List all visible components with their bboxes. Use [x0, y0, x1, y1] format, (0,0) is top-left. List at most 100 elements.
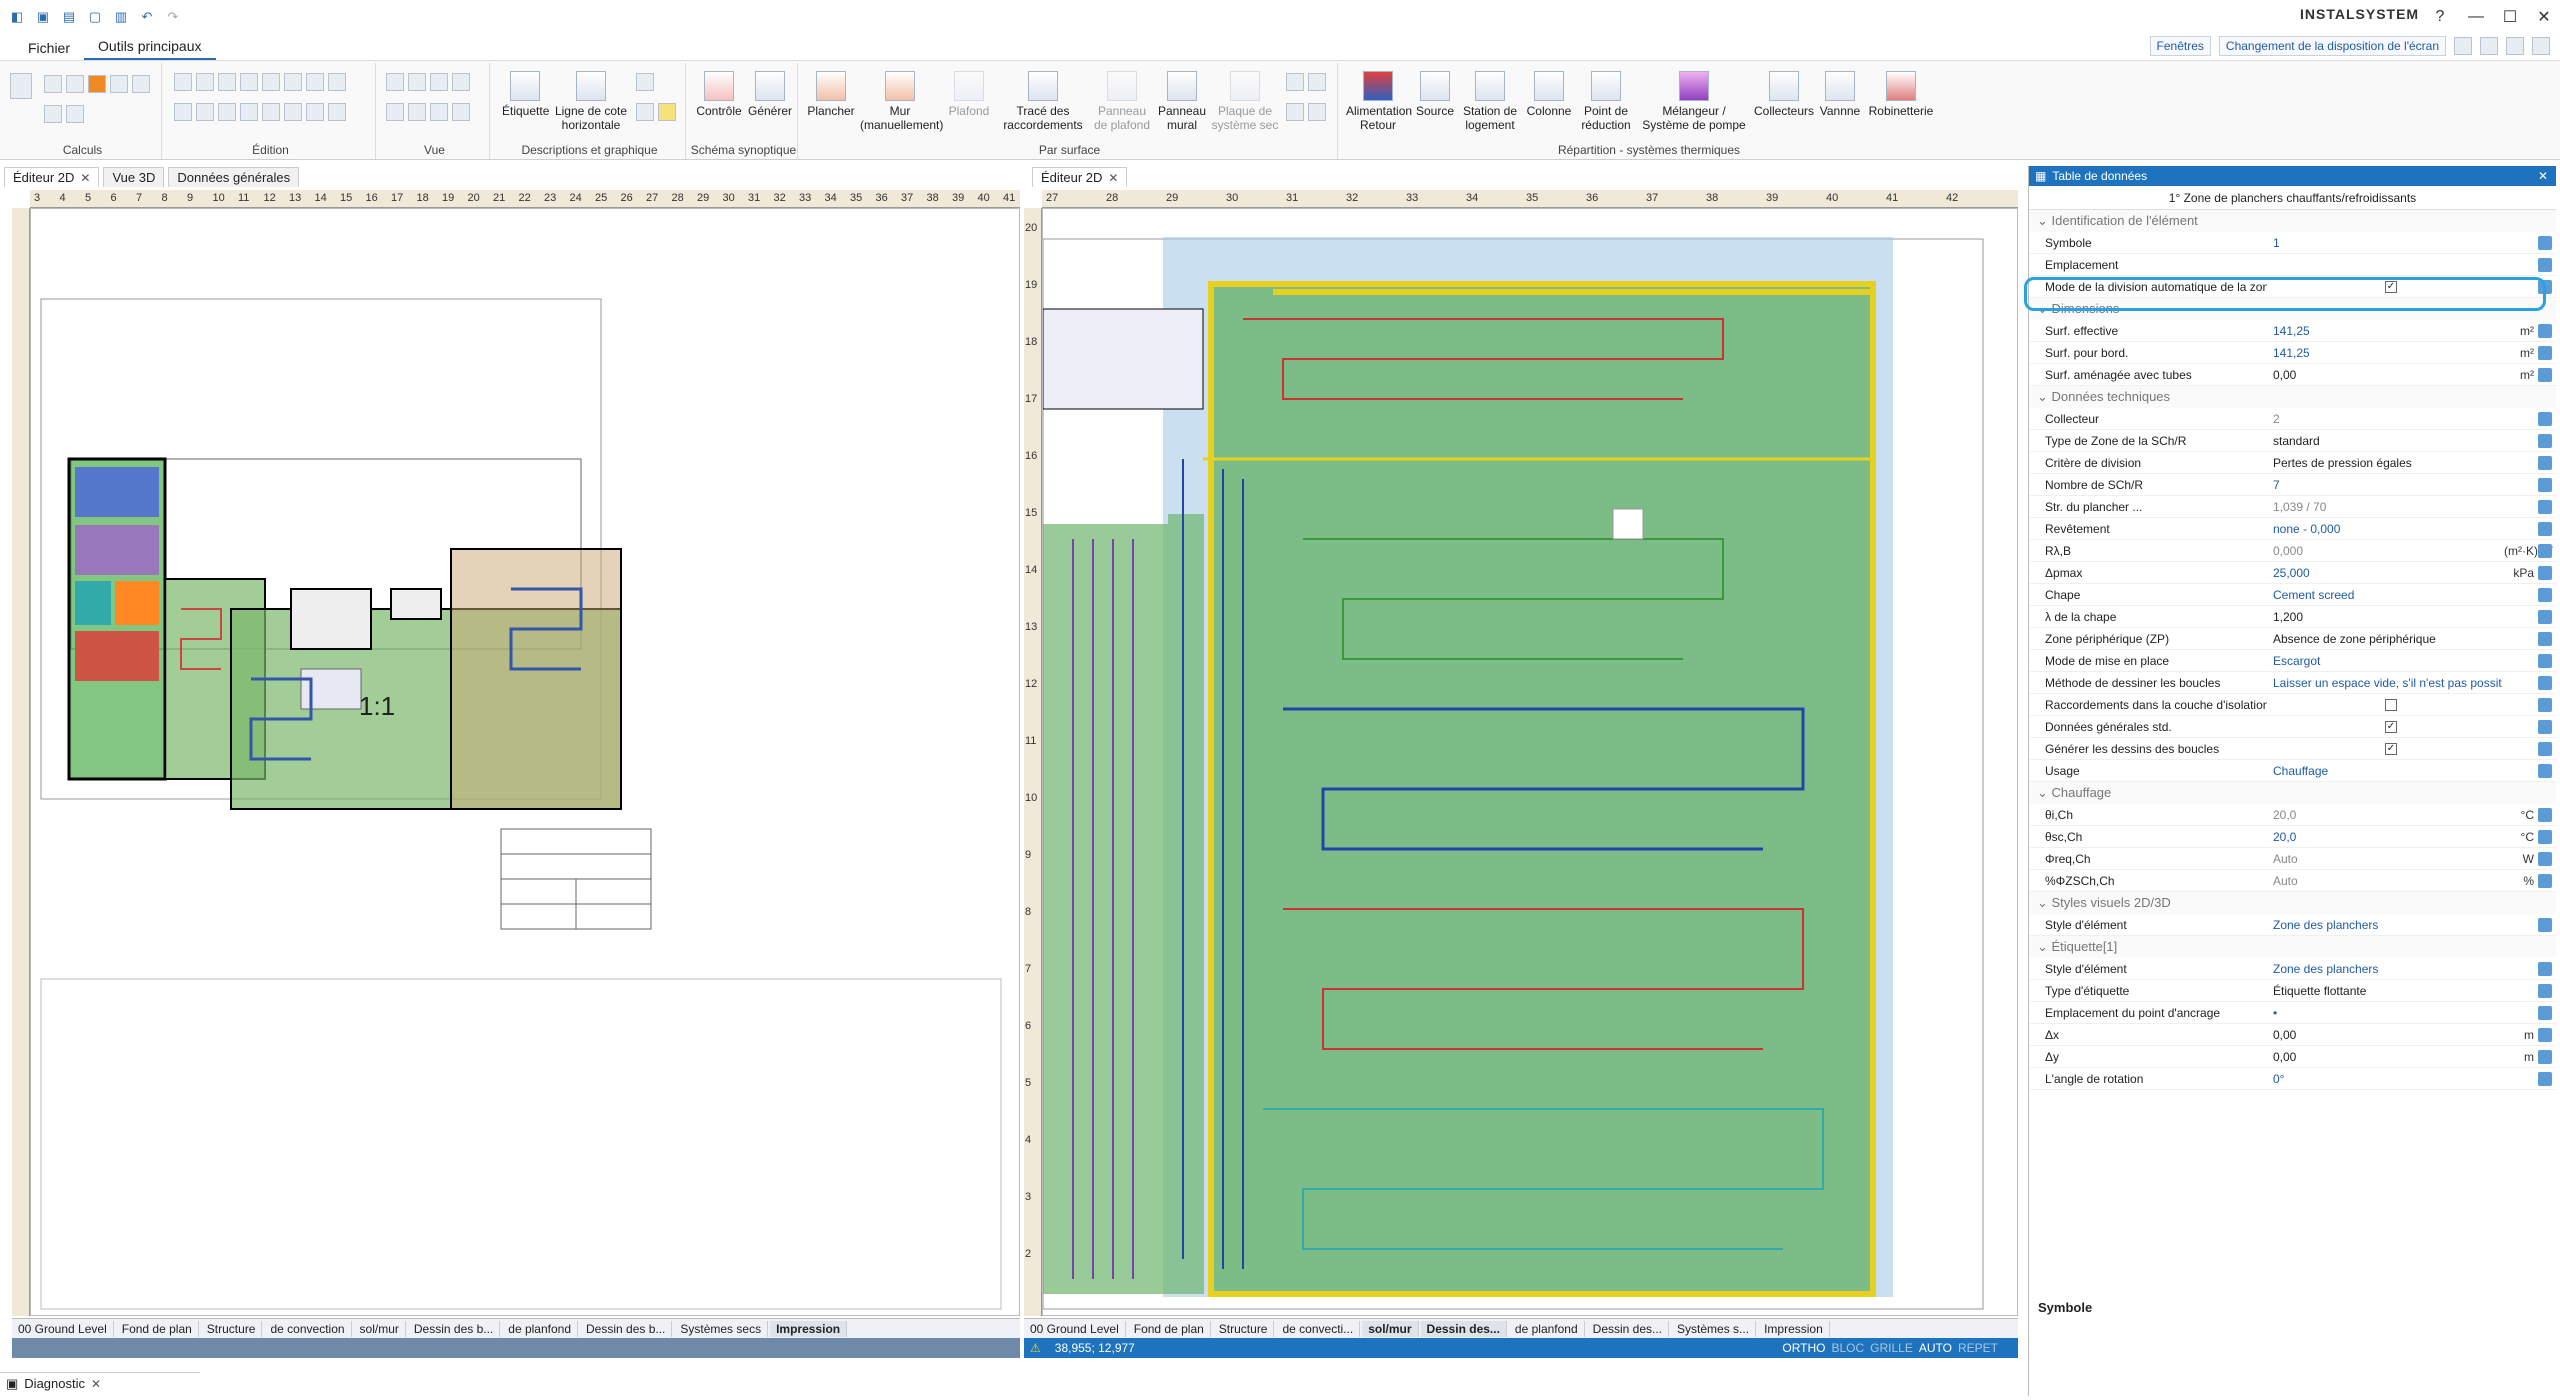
calc-small-icon[interactable]: [44, 105, 62, 123]
layer-tab[interactable]: Systèmes secs: [674, 1320, 769, 1337]
tab-donnees-generales[interactable]: Données générales: [168, 167, 300, 187]
property-row[interactable]: Données générales std. ✓: [2029, 716, 2556, 738]
calc-small-icon[interactable]: [44, 75, 62, 93]
edit-icon[interactable]: [2538, 1005, 2552, 1020]
edit-icon[interactable]: [306, 103, 324, 121]
property-row[interactable]: Collecteur 2: [2029, 408, 2556, 430]
status-flag[interactable]: REPET: [1958, 1341, 1998, 1355]
edit-icon[interactable]: [284, 73, 302, 91]
property-section[interactable]: ⌄ Styles visuels 2D/3D: [2029, 892, 2556, 914]
layer-tab[interactable]: Fond de plan: [1128, 1320, 1211, 1337]
plafond-button[interactable]: Plafond: [944, 71, 994, 118]
property-value[interactable]: standard: [2267, 434, 2538, 448]
edit-icon[interactable]: [2538, 653, 2552, 668]
calc-small-icon[interactable]: [110, 75, 128, 93]
layer-tab[interactable]: Dessin des b...: [408, 1320, 501, 1337]
close-icon[interactable]: ✕: [80, 171, 90, 185]
layer-tab[interactable]: Structure: [1213, 1320, 1275, 1337]
edit-icon[interactable]: [2538, 433, 2552, 448]
property-value[interactable]: Cement screed: [2267, 588, 2538, 602]
property-value[interactable]: 25,000: [2267, 566, 2504, 580]
property-value[interactable]: Pertes de pression égales: [2267, 456, 2538, 470]
panneau-plafond-button[interactable]: Panneau de plafond: [1090, 71, 1154, 132]
edit-icon[interactable]: [2538, 983, 2552, 998]
close-icon[interactable]: ✕: [91, 1377, 101, 1391]
property-row[interactable]: Nombre de SCh/R 7: [2029, 474, 2556, 496]
property-value[interactable]: ✓: [2267, 720, 2538, 733]
edit-icon[interactable]: [2538, 675, 2552, 690]
edit-icon[interactable]: [2538, 1049, 2552, 1064]
property-row[interactable]: Type de Zone de la SCh/R standard: [2029, 430, 2556, 452]
edit-icon[interactable]: [2538, 367, 2552, 382]
property-row[interactable]: Raccordements dans la couche d'isolation: [2029, 694, 2556, 716]
controle-button[interactable]: Contrôle: [694, 71, 744, 118]
property-section[interactable]: ⌄ Chauffage: [2029, 782, 2556, 804]
property-row[interactable]: Δx 0,00 m: [2029, 1024, 2556, 1046]
edit-icon[interactable]: [2538, 257, 2552, 272]
checkbox[interactable]: ✓: [2385, 742, 2397, 755]
plaque-systeme-sec-button[interactable]: Plaque de système sec: [1210, 71, 1280, 132]
property-row[interactable]: Zone périphérique (ZP) Absence de zone pé…: [2029, 628, 2556, 650]
layer-tab[interactable]: Impression: [1758, 1320, 1830, 1337]
zoom-in-icon[interactable]: [386, 73, 404, 91]
edit-icon[interactable]: [284, 103, 302, 121]
edit-icon[interactable]: [2538, 587, 2552, 602]
zoom-out-icon[interactable]: [408, 73, 426, 91]
property-value[interactable]: 141,25: [2267, 346, 2504, 360]
property-value[interactable]: 2: [2267, 412, 2538, 426]
save-icon[interactable]: ▣: [34, 8, 52, 26]
trace-raccordements-button[interactable]: Tracé des raccordements: [998, 71, 1088, 132]
property-value[interactable]: 0,00: [2267, 1050, 2504, 1064]
property-row[interactable]: %ΦZSCh,Ch Auto%: [2029, 870, 2556, 892]
edit-icon[interactable]: [2538, 697, 2552, 712]
edit-icon[interactable]: [2538, 455, 2552, 470]
layer-tab[interactable]: Dessin des...: [1587, 1320, 1670, 1337]
property-value[interactable]: 1: [2267, 236, 2538, 250]
edit-icon[interactable]: [2538, 499, 2552, 514]
property-value[interactable]: 7: [2267, 478, 2538, 492]
calc-small-icon[interactable]: [88, 75, 106, 93]
edit-icon[interactable]: [2538, 521, 2552, 536]
property-value[interactable]: Zone des planchers: [2267, 962, 2538, 976]
edit-icon[interactable]: [2538, 741, 2552, 756]
panneau-mural-button[interactable]: Panneau mural: [1156, 71, 1208, 132]
settings-icon[interactable]: [2480, 37, 2498, 55]
property-section[interactable]: ⌄ Étiquette[1]: [2029, 936, 2556, 958]
edit-icon[interactable]: [240, 73, 258, 91]
property-row[interactable]: Emplacement: [2029, 254, 2556, 276]
calc-small-icon[interactable]: [66, 105, 84, 123]
property-row[interactable]: Emplacement du point d'ancrage •: [2029, 1002, 2556, 1024]
property-row[interactable]: Surf. pour bord. 141,25 m²: [2029, 342, 2556, 364]
edit-icon[interactable]: [2538, 763, 2552, 778]
edit-icon[interactable]: [328, 103, 346, 121]
property-value[interactable]: 141,25: [2267, 324, 2504, 338]
property-row[interactable]: λ de la chape 1,200: [2029, 606, 2556, 628]
property-row[interactable]: Surf. aménagée avec tubes 0,00 m²: [2029, 364, 2556, 386]
status-flag[interactable]: GRILLE: [1870, 1341, 1913, 1355]
layout-dropdown[interactable]: Changement de la disposition de l'écran: [2218, 36, 2446, 56]
edit-icon[interactable]: [2538, 477, 2552, 492]
property-value[interactable]: ✓: [2267, 742, 2538, 755]
tab-outils-principaux[interactable]: Outils principaux: [84, 34, 216, 60]
generer-button[interactable]: Générer: [746, 71, 794, 118]
edit-icon[interactable]: [2538, 323, 2552, 338]
property-value[interactable]: 0,000: [2267, 544, 2504, 558]
property-row[interactable]: Usage Chauffage: [2029, 760, 2556, 782]
layer-tab[interactable]: de planfond: [1509, 1320, 1585, 1337]
point-reduction-button[interactable]: Point de réduction: [1576, 71, 1636, 132]
layer-tab[interactable]: sol/mur: [1362, 1320, 1419, 1337]
status-flag[interactable]: ORTHO: [1782, 1341, 1825, 1355]
zoom-icon[interactable]: [430, 73, 448, 91]
export-icon[interactable]: ▥: [112, 8, 130, 26]
text-icon[interactable]: [636, 73, 654, 91]
edit-icon[interactable]: [218, 73, 236, 91]
vannne-button[interactable]: Vannne: [1816, 71, 1864, 118]
note-icon[interactable]: [636, 103, 654, 121]
checkbox[interactable]: [2385, 698, 2397, 711]
property-row[interactable]: Symbole 1: [2029, 232, 2556, 254]
minimize-icon[interactable]: —: [2462, 6, 2490, 28]
layer-tab[interactable]: 00 Ground Level: [1024, 1320, 1126, 1337]
edit-icon[interactable]: [218, 103, 236, 121]
layer-tab[interactable]: Dessin des...: [1420, 1320, 1507, 1337]
tab-editeur-2d-right[interactable]: Éditeur 2D ✕: [1032, 167, 1128, 187]
